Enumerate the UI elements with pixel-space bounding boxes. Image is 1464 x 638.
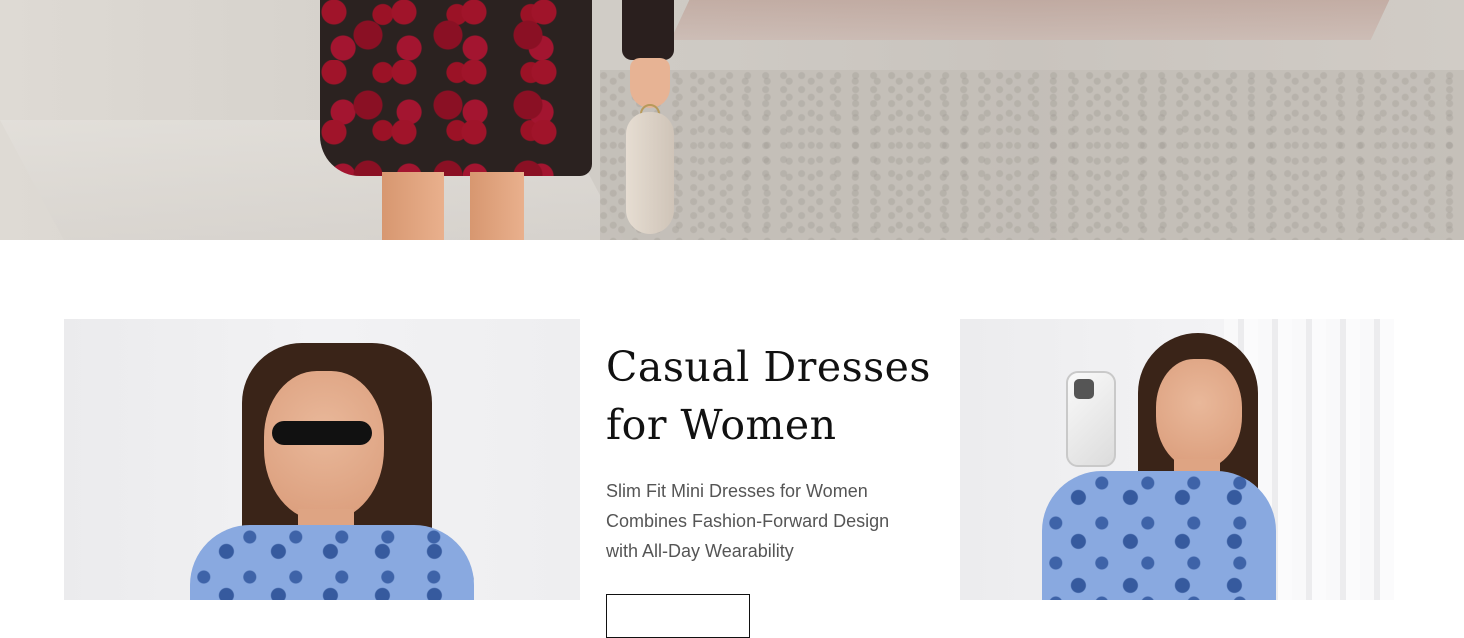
model-face — [264, 371, 384, 521]
promo-subtitle-line2: Combines Fashion-Forward Design — [606, 511, 890, 531]
product-image-right[interactable] — [960, 319, 1394, 600]
product-image-left[interactable] — [64, 319, 580, 600]
blue-floral-dress — [1042, 471, 1276, 600]
promo-headline: Casual Dresses for Women — [606, 338, 936, 454]
promo-copy-block: Casual Dresses for Women Slim Fit Mini D… — [606, 338, 936, 566]
model-leg-left — [382, 172, 444, 240]
red-floral-dress — [320, 0, 592, 176]
model-hand — [630, 58, 670, 108]
phone-camera-icon — [1074, 379, 1094, 399]
model-face — [1156, 359, 1242, 469]
promo-headline-line1: Casual Dresses — [606, 343, 931, 391]
shop-now-button[interactable] — [606, 594, 750, 638]
promo-subtitle: Slim Fit Mini Dresses for Women Combines… — [606, 476, 936, 566]
promo-subtitle-line3: with All-Day Wearability — [606, 541, 794, 561]
promo-headline-line2: for Women — [606, 401, 837, 449]
model-leg-right — [470, 172, 524, 240]
smartphone-icon — [1066, 371, 1116, 467]
hero-banner-image[interactable] — [0, 0, 1464, 240]
crosswalk-stripe — [670, 0, 1390, 40]
cobblestone-pavement — [600, 70, 1464, 240]
sunglasses-icon — [272, 421, 372, 445]
dress-sleeve — [622, 0, 674, 60]
promo-subtitle-line1: Slim Fit Mini Dresses for Women — [606, 481, 868, 501]
blue-floral-dress — [190, 525, 474, 600]
beaded-clutch-bag — [626, 112, 674, 234]
